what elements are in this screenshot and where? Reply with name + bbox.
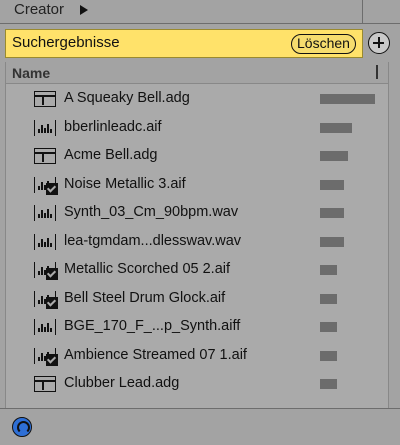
clear-button[interactable]: Löschen (291, 34, 356, 54)
divider (362, 0, 363, 24)
list-item[interactable]: Acme Bell.adg (6, 143, 388, 169)
browser-footer (0, 408, 400, 445)
preset-icon (34, 376, 56, 392)
list-item[interactable]: Synth_03_Cm_90bpm.wav (6, 200, 388, 226)
size-bar (320, 208, 344, 218)
size-bar (320, 94, 375, 104)
expand-arrow-icon[interactable] (80, 5, 88, 15)
file-list: Name A Squeaky Bell.adg bberlinleadc.aif A… (5, 62, 389, 408)
size-bar (320, 379, 337, 389)
preset-icon (34, 91, 56, 107)
preset-icon (34, 148, 56, 164)
list-header: Name (6, 62, 388, 84)
list-item[interactable]: BGE_170_F_...p_Synth.aiff (6, 314, 388, 340)
add-icon[interactable] (368, 32, 390, 54)
list-item[interactable]: Ambience Streamed 07 1.aif (6, 343, 388, 369)
search-results-label: Suchergebnisse (12, 34, 120, 51)
search-results-bar: Suchergebnisse Löschen (5, 29, 363, 58)
hot-swap-icon[interactable] (12, 417, 32, 437)
file-name: Clubber Lead.adg (64, 375, 180, 391)
creator-label[interactable]: Creator (14, 1, 64, 18)
file-name: A Squeaky Bell.adg (64, 90, 190, 106)
size-bar (320, 265, 337, 275)
audio-file-icon (34, 205, 56, 221)
file-name: Bell Steel Drum Glock.aif (64, 289, 226, 306)
file-name: Ambience Streamed 07 1.aif (64, 346, 247, 363)
column-header-name[interactable]: Name (12, 65, 50, 81)
audio-file-checked-icon (34, 290, 58, 309)
file-name: Noise Metallic 3.aif (64, 175, 186, 192)
list-item[interactable]: lea-tgmdam...dlesswav.wav (6, 229, 388, 255)
size-bar (320, 322, 337, 332)
size-bar (320, 179, 344, 190)
size-bar (320, 236, 344, 247)
list-item[interactable]: A Squeaky Bell.adg (6, 86, 388, 112)
list-item[interactable]: bberlinleadc.aif (6, 115, 388, 141)
list-item[interactable]: Clubber Lead.adg (6, 371, 388, 397)
size-bar (320, 151, 348, 161)
list-item[interactable]: Noise Metallic 3.aif (6, 172, 388, 198)
file-name: Acme Bell.adg (64, 147, 158, 163)
size-bar (320, 122, 352, 133)
audio-file-icon (34, 119, 56, 136)
file-name: Synth_03_Cm_90bpm.wav (64, 204, 239, 220)
audio-file-icon (34, 233, 56, 250)
audio-file-checked-icon (34, 347, 58, 366)
file-name: BGE_170_F_...p_Synth.aiff (64, 318, 241, 334)
size-bar (320, 350, 337, 361)
file-name: Metallic Scorched 05 2.aif (64, 261, 231, 277)
browser-topbar: Creator (0, 0, 400, 24)
audio-file-checked-icon (34, 176, 58, 195)
list-item[interactable]: Metallic Scorched 05 2.aif (6, 257, 388, 283)
audio-file-icon (34, 319, 56, 335)
size-bar (320, 293, 337, 304)
audio-file-checked-icon (34, 262, 58, 280)
file-name: bberlinleadc.aif (64, 118, 162, 135)
column-resize-handle[interactable] (376, 65, 378, 79)
list-item[interactable]: Bell Steel Drum Glock.aif (6, 286, 388, 312)
file-name: lea-tgmdam...dlesswav.wav (64, 232, 242, 249)
